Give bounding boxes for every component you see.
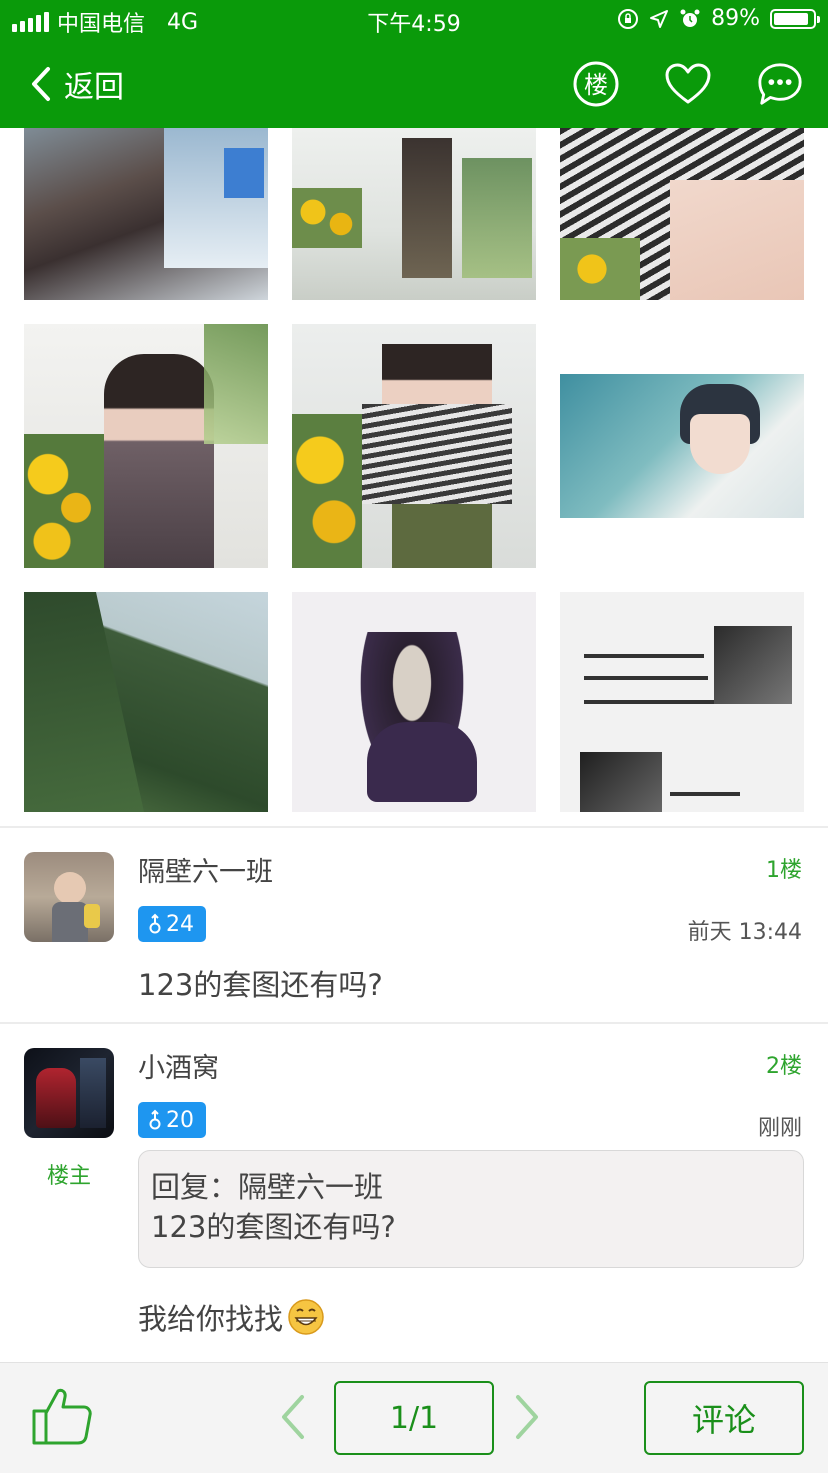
chevron-left-icon	[282, 1395, 304, 1439]
thumbs-up-icon	[32, 1388, 92, 1445]
image-grid	[0, 128, 828, 826]
level-value: 24	[166, 911, 194, 937]
post-content: 我给你找找	[138, 1296, 325, 1338]
couple-quote-card[interactable]	[560, 592, 804, 812]
post-time: 刚刚	[757, 1116, 802, 1141]
bottom-toolbar: 1/1 评论	[0, 1362, 828, 1473]
rotation-lock-icon	[618, 8, 639, 29]
post-floor-2: 楼主 小酒窝 2楼 20 刚刚 回复：隔壁六一班 123的套图还有吗? 我给你找…	[0, 1024, 828, 1362]
plaid-portrait-photo[interactable]	[24, 324, 268, 568]
heart-icon	[665, 63, 711, 104]
username[interactable]: 小酒窝	[138, 1046, 219, 1085]
top-bar: 中国电信 4G 下午4:59 89% 返回 楼	[0, 0, 828, 128]
male-icon	[149, 913, 161, 934]
floor-icon-label: 楼	[584, 71, 608, 99]
anime-boy-illustration[interactable]	[560, 374, 804, 518]
opera-villain-illustration[interactable]	[292, 592, 536, 812]
post-content-text: 我给你找找	[138, 1302, 284, 1336]
comment-button[interactable]: 评论	[644, 1381, 804, 1455]
alarm-icon	[680, 9, 700, 27]
chevron-left-icon	[32, 67, 50, 101]
quote-line-2: 123的套图还有吗?	[151, 1210, 396, 1244]
plaid-shirt-photo[interactable]	[24, 128, 268, 300]
post-floor-1: 隔壁六一班 1楼 24 前天 13:44 123的套图还有吗?	[0, 828, 828, 1022]
level-badge: 20	[138, 1102, 206, 1138]
next-page-button[interactable]	[514, 1393, 542, 1445]
chat-icon	[758, 63, 802, 105]
post-time: 前天 13:44	[687, 920, 802, 945]
floor-label: 2楼	[766, 1054, 802, 1079]
location-icon	[650, 9, 669, 28]
status-bar: 中国电信 4G 下午4:59 89%	[0, 0, 828, 40]
post-content: 123的套图还有吗?	[138, 968, 383, 1002]
sunflower-room-photo[interactable]	[292, 128, 536, 300]
username[interactable]: 隔壁六一班	[138, 850, 273, 889]
battery-icon	[770, 8, 820, 29]
chevron-right-icon	[516, 1395, 538, 1439]
back-button[interactable]: 返回	[30, 62, 124, 106]
grin-emoji-icon	[288, 1299, 324, 1335]
floor-icon: 楼	[573, 61, 619, 107]
clock-label: 下午4:59	[367, 12, 461, 37]
favorite-button[interactable]	[664, 60, 712, 108]
like-button[interactable]	[30, 1385, 94, 1451]
chat-button[interactable]	[756, 60, 804, 108]
male-icon	[149, 1109, 161, 1130]
battery-label: 89%	[711, 6, 760, 31]
floor-button[interactable]: 楼	[572, 60, 620, 108]
striped-shirt-closeup[interactable]	[560, 128, 804, 300]
floor-label: 1楼	[766, 858, 802, 883]
owner-label: 楼主	[46, 1164, 91, 1189]
quote-line-1: 回复：隔壁六一班	[151, 1170, 384, 1204]
back-label: 返回	[64, 70, 124, 105]
reply-quote: 回复：隔壁六一班 123的套图还有吗?	[138, 1150, 804, 1268]
green-hillside-photo[interactable]	[24, 592, 268, 812]
avatar[interactable]	[24, 1048, 114, 1138]
level-value: 20	[166, 1107, 194, 1133]
level-badge: 24	[138, 906, 206, 942]
page-indicator[interactable]: 1/1	[334, 1381, 494, 1455]
avatar[interactable]	[24, 852, 114, 942]
striped-shirt-portrait[interactable]	[292, 324, 536, 568]
nav-bar: 返回 楼	[0, 40, 828, 128]
prev-page-button[interactable]	[278, 1393, 306, 1445]
